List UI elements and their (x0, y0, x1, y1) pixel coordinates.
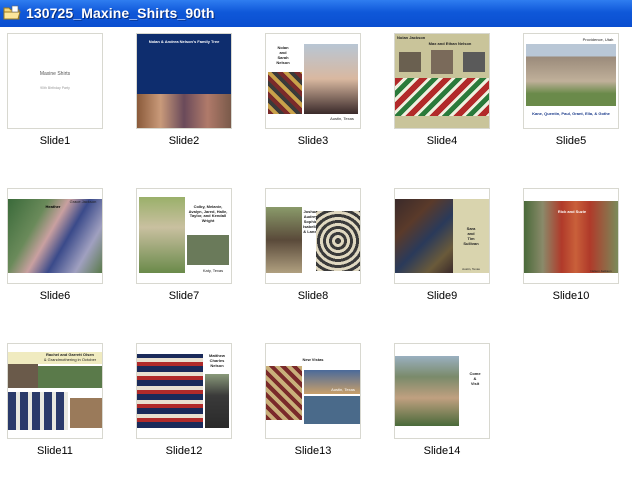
slide-thumbnail[interactable]: Rachel and Garrett Olsen & Grandmotherin… (7, 343, 103, 439)
window-title: 130725_Maxine_Shirts_90th (26, 5, 215, 21)
slide-location-text: Katy, Texas (202, 268, 224, 273)
slide-thumbnail[interactable]: Nolan and Sarah Nelson Austin, Texas (265, 33, 361, 129)
slide-label: Slide5 (555, 135, 587, 147)
slide-thumbnail[interactable]: Providence, Utah Kane, Quentin, Paul, Gr… (523, 33, 619, 129)
photo (137, 94, 231, 128)
slide-text-line: Grace Jackson (69, 199, 97, 204)
quilt-photo (266, 366, 302, 420)
photo (266, 207, 302, 273)
slide-label: Slide12 (165, 445, 203, 457)
slide-item-10[interactable]: Rick and Suzie Nelson Jackson Slide10 (523, 188, 619, 314)
slide-label: Slide13 (294, 445, 332, 457)
slide-location-text: Austin, Texas (462, 267, 480, 271)
slide-thumbnail[interactable]: Come & Visit (394, 343, 490, 439)
slide-item-9[interactable]: Sara and Tim Sullivan Austin, Texas Slid… (394, 188, 490, 314)
folder-icon (3, 5, 21, 20)
slide-text-line: Nelson (210, 363, 224, 368)
house-photo (395, 356, 459, 426)
slide-thumbnail[interactable]: New Vistas Austin, Texas (265, 343, 361, 439)
photo (70, 398, 102, 428)
slide-item-2[interactable]: Nolan & Andrea Nelson's Family Tree Slid… (136, 33, 232, 159)
photo (463, 52, 485, 72)
slide-label: Slide3 (297, 135, 329, 147)
window-titlebar[interactable]: 130725_Maxine_Shirts_90th (0, 0, 632, 27)
slide-label: Slide7 (168, 290, 200, 302)
slide-location-text: Nelson Jackson (590, 269, 612, 273)
slide-label: Slide9 (426, 290, 458, 302)
slide-title-text: Maxine Shirts (39, 71, 71, 77)
slide-label: Slide10 (552, 290, 590, 302)
slide-thumbnail[interactable]: Nolan Jackson Max and Ethan Nelson (394, 33, 490, 129)
slide-item-8[interactable]: Joshua, Audrey, Sophia, Isabella, & Lane… (265, 188, 361, 314)
slide-location-text: Providence, Utah (582, 37, 614, 42)
house-photo (139, 197, 185, 273)
slide-thumbnail[interactable]: Rick and Suzie Nelson Jackson (523, 188, 619, 284)
slide-label: Slide2 (168, 135, 200, 147)
slide-thumbnail[interactable]: Joshua, Audrey, Sophia, Isabella, & Lane… (265, 188, 361, 284)
quilt-photo (316, 211, 360, 271)
slide-label: Slide14 (423, 445, 461, 457)
house-photo (526, 44, 616, 106)
slide-thumbnail[interactable]: Nolan & Andrea Nelson's Family Tree (136, 33, 232, 129)
slide-label: Slide11 (37, 445, 73, 457)
slide-item-4[interactable]: Nolan Jackson Max and Ethan Nelson Slide… (394, 33, 490, 159)
slide-label: Slide6 (39, 290, 71, 302)
slide-text-line: Heather (45, 204, 61, 209)
slide-subtitle-text: 90th Birthday Party (40, 86, 70, 90)
slide-caption-text: Colby, Melanie, Avalyn, Jared, Halle, Ta… (188, 204, 228, 223)
slide-item-13[interactable]: New Vistas Austin, Texas Slide13 (265, 343, 361, 469)
slide-location-text: Austin, Texas (330, 116, 354, 121)
slide-text-line: Nelson (276, 60, 290, 65)
photo (187, 235, 229, 265)
slide-thumbnail[interactable]: Colby, Melanie, Avalyn, Jared, Halle, Ta… (136, 188, 232, 284)
slide-label: Slide8 (297, 290, 329, 302)
slide-text-line: Visit (470, 381, 480, 386)
photo (399, 52, 421, 72)
photo (304, 396, 360, 424)
quilt-photo (395, 199, 453, 273)
slide-label: Slide4 (426, 135, 458, 147)
slide-text-line: Sullivan (463, 241, 479, 246)
slide-caption-text: Kane, Quentin, Paul, Grant, Ella, & Goth… (532, 111, 610, 116)
slide-caption-text: & Grandmothering in October (43, 357, 97, 362)
quilt-photo (268, 72, 302, 114)
slide-title-text: New Vistas (302, 357, 324, 362)
slide-item-7[interactable]: Colby, Melanie, Avalyn, Jared, Halle, Ta… (136, 188, 232, 314)
slide-item-6[interactable]: Heather Grace Jackson Slide6 (7, 188, 103, 314)
slide-location-text: Austin, Texas (331, 387, 355, 392)
slide-text-line: Nolan Jackson (397, 35, 426, 40)
slide-thumbnail[interactable]: Matthew Charles Nelson (136, 343, 232, 439)
portrait-photo (205, 374, 229, 428)
slide-thumbnail[interactable]: Sara and Tim Sullivan Austin, Texas (394, 188, 490, 284)
slide-item-3[interactable]: Nolan and Sarah Nelson Austin, Texas Sli… (265, 33, 361, 159)
slide-label: Slide1 (39, 135, 71, 147)
quilt-photo (8, 392, 68, 430)
quilt-photo (8, 199, 102, 273)
slide-title-text: Max and Ethan Nelson (428, 41, 472, 46)
quilt-photo (395, 78, 489, 116)
slide-thumbnail[interactable]: Maxine Shirts 90th Birthday Party (7, 33, 103, 129)
photo (431, 50, 453, 74)
slide-title-text: Nolan & Andrea Nelson's Family Tree (148, 39, 220, 44)
slide-item-14[interactable]: Come & Visit Slide14 (394, 343, 490, 469)
photo (38, 366, 102, 388)
portrait-photo (304, 44, 358, 114)
slide-thumbnail[interactable]: Heather Grace Jackson (7, 188, 103, 284)
quilt-photo (137, 354, 203, 428)
slide-item-1[interactable]: Maxine Shirts 90th Birthday Party Slide1 (7, 33, 103, 159)
photo (8, 364, 38, 388)
slide-item-12[interactable]: Matthew Charles Nelson Slide12 (136, 343, 232, 469)
slide-item-11[interactable]: Rachel and Garrett Olsen & Grandmotherin… (7, 343, 103, 469)
slide-item-5[interactable]: Providence, Utah Kane, Quentin, Paul, Gr… (523, 33, 619, 159)
slide-caption-text: Rick and Suzie (557, 209, 587, 214)
